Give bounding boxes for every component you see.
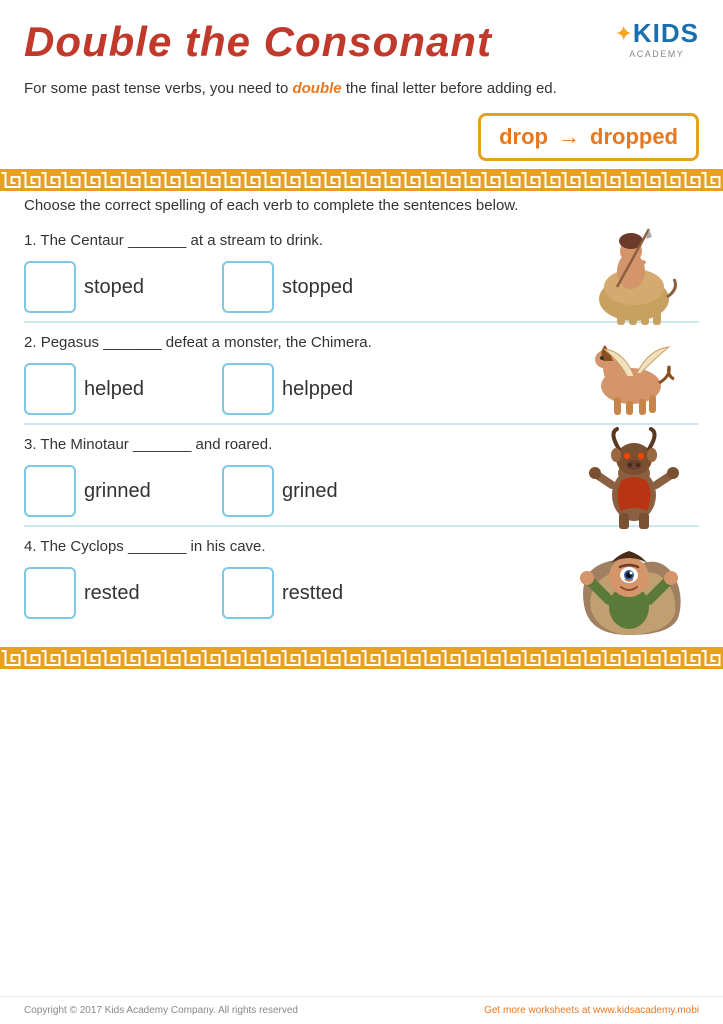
footer-website: Get more worksheets at www.kidsacademy.m…: [484, 1005, 699, 1016]
question-2-number: 2.: [24, 334, 37, 351]
question-1-content: The Centaur _______ at a stream to drink…: [40, 232, 323, 249]
example-wrapper: drop → dropped: [0, 109, 723, 169]
question-4-choice2-label: restted: [282, 582, 392, 605]
header: Double the Consonant ✦ KIDS ACADEMY: [0, 0, 723, 74]
question-4-choices: rested restted: [24, 567, 569, 619]
logo-star-icon: ✦: [614, 21, 632, 47]
question-4-choice2-box[interactable]: [222, 567, 274, 619]
question-2-text: 2. Pegasus _______ defeat a monster, the…: [24, 331, 569, 355]
question-4-choice1-box[interactable]: [24, 567, 76, 619]
question-3: 3. The Minotaur _______ and roared. grin…: [24, 433, 699, 517]
question-1-choice1-box[interactable]: [24, 261, 76, 313]
question-2: 2. Pegasus _______ defeat a monster, the…: [24, 331, 699, 415]
main-content: Choose the correct spelling of each verb…: [0, 191, 723, 632]
centaur-image: [579, 219, 689, 319]
footer: Copyright © 2017 Kids Academy Company. A…: [0, 996, 723, 1024]
question-3-choice1-label: grinned: [84, 480, 194, 503]
question-3-choice2-box[interactable]: [222, 465, 274, 517]
example-result: dropped: [590, 124, 678, 150]
question-2-choices: helped helpped: [24, 363, 569, 415]
question-4-choice1-label: rested: [84, 582, 194, 605]
question-1: 1. The Centaur _______ at a stream to dr…: [24, 229, 699, 313]
pegasus-image: [579, 321, 689, 411]
question-2-choice2-label: helpped: [282, 378, 392, 401]
footer-copyright: Copyright © 2017 Kids Academy Company. A…: [24, 1005, 298, 1016]
question-3-content: The Minotaur _______ and roared.: [40, 436, 272, 453]
example-box: drop → dropped: [478, 113, 699, 161]
question-3-text: 3. The Minotaur _______ and roared.: [24, 433, 569, 457]
instruction-bold: double: [292, 80, 341, 97]
question-3-choice1-box[interactable]: [24, 465, 76, 517]
question-1-number: 1.: [24, 232, 37, 249]
logo: ✦ KIDS ACADEMY: [614, 18, 699, 59]
logo-kids-text: KIDS: [633, 18, 699, 49]
example-arrow: →: [558, 124, 580, 150]
question-1-choices: stoped stopped: [24, 261, 569, 313]
minotaur-image: [579, 423, 689, 523]
question-1-choice2-box[interactable]: [222, 261, 274, 313]
question-2-choice1-label: helped: [84, 378, 194, 401]
question-2-content: Pegasus _______ defeat a monster, the Ch…: [41, 334, 372, 351]
question-3-choice2-label: grined: [282, 480, 392, 503]
question-2-choice2-box[interactable]: [222, 363, 274, 415]
question-4-number: 4.: [24, 538, 37, 555]
question-2-choice1-box[interactable]: [24, 363, 76, 415]
page-title: Double the Consonant: [24, 18, 492, 66]
question-4-content: The Cyclops _______ in his cave.: [40, 538, 265, 555]
question-4: 4. The Cyclops _______ in his cave. rest…: [24, 535, 699, 619]
question-4-text: 4. The Cyclops _______ in his cave.: [24, 535, 569, 559]
cyclops-image: [569, 525, 689, 635]
question-1-choice2-label: stopped: [282, 276, 392, 299]
instruction-after: the final letter before adding ed.: [342, 80, 557, 97]
example-word: drop: [499, 124, 548, 150]
bottom-border: [0, 647, 723, 669]
top-border: [0, 169, 723, 191]
question-1-text: 1. The Centaur _______ at a stream to dr…: [24, 229, 569, 253]
instruction-before: For some past tense verbs, you need to: [24, 80, 292, 97]
choose-instruction: Choose the correct spelling of each verb…: [24, 195, 699, 218]
question-1-choice1-label: stoped: [84, 276, 194, 299]
logo-academy-text: ACADEMY: [629, 49, 684, 59]
question-3-number: 3.: [24, 436, 37, 453]
question-3-choices: grinned grined: [24, 465, 569, 517]
page: Double the Consonant ✦ KIDS ACADEMY For …: [0, 0, 723, 1024]
instruction-text: For some past tense verbs, you need to d…: [0, 74, 723, 109]
